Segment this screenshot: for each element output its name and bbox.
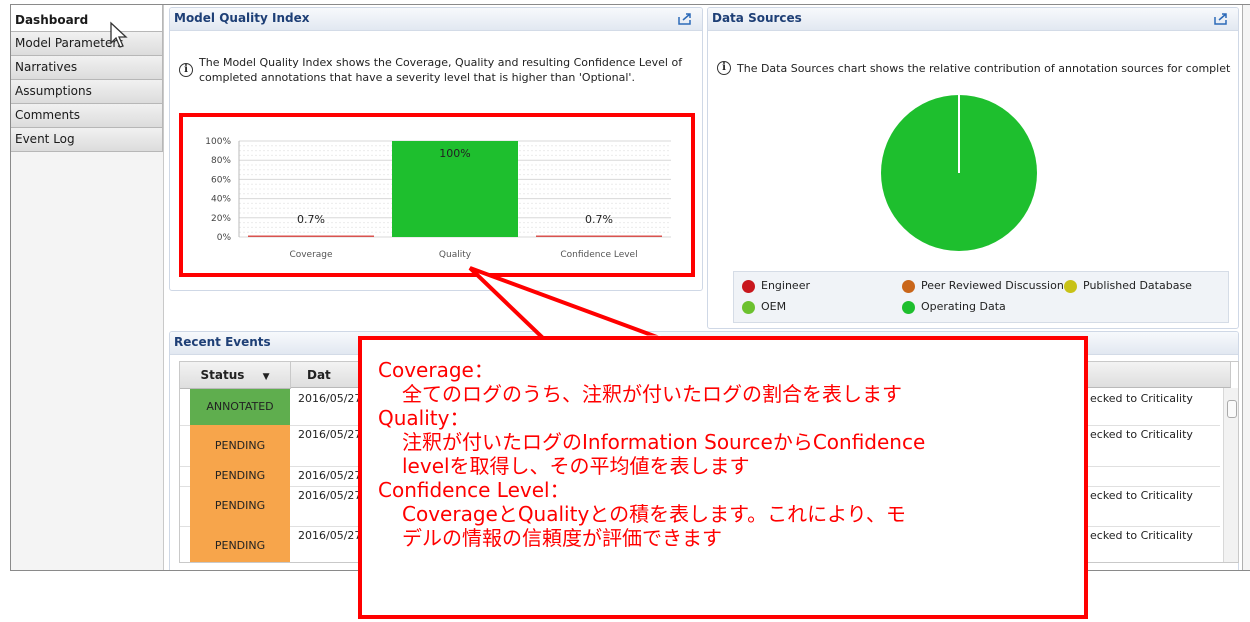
legend-item-oem: OEM (742, 299, 786, 315)
y-tick-label: 40% (211, 195, 231, 205)
callout-line: デルの情報の信頼度が評価できます (402, 526, 722, 550)
sort-arrow-icon[interactable]: ▼ (263, 372, 270, 382)
date-cell: 2016/05/27 (298, 529, 362, 542)
legend-swatch (902, 300, 915, 314)
model-quality-info: i The Model Quality Index shows the Cove… (179, 55, 699, 85)
scrollbar-thumb[interactable] (1227, 400, 1237, 418)
status-badge: PENDING (190, 425, 290, 466)
callout-line: 注釈が付いたログのInformation SourceからConfidence (402, 430, 926, 454)
status-badge: PENDING (190, 486, 290, 526)
window-edge-scrollbar[interactable] (1242, 5, 1250, 570)
callout-line: CoverageとQualityとの積を表します。これにより、モ (402, 502, 906, 526)
date-cell: 2016/05/27 (298, 469, 362, 482)
annotation-callout: Coverage： 全てのログのうち、注釈が付いたログの割合を表します Qual… (358, 336, 1088, 619)
y-tick-label: 0% (217, 233, 232, 243)
legend-swatch (902, 279, 915, 293)
mouse-cursor-icon (110, 21, 128, 48)
expand-icon[interactable] (678, 13, 692, 25)
legend-swatch (742, 279, 755, 293)
category-label: Confidence Level (560, 250, 637, 260)
column-header-status[interactable]: Status ▼ (180, 362, 291, 389)
sidebar-item-assumptions[interactable]: Assumptions (11, 80, 163, 104)
legend-swatch (742, 300, 755, 314)
description-cell: ecked to Criticality (1090, 428, 1193, 441)
description-cell: ecked to Criticality (1090, 489, 1193, 502)
model-quality-chart: 100% 80% 60% 40% 20% 0% 0.7% Coverage 100% Qualit… (205, 137, 671, 260)
sidebar: Dashboard Model Parameters Narratives As… (11, 5, 164, 570)
sidebar-item-label: Assumptions (15, 84, 92, 98)
date-cell: 2016/05/27 (298, 489, 362, 502)
info-icon: i (717, 61, 731, 75)
legend-item-operating-data: Operating Data (902, 299, 1006, 315)
data-sources-legend: Engineer Peer Reviewed Discussion Publis… (733, 271, 1229, 323)
scrollbar[interactable] (1223, 388, 1238, 562)
status-badge: PENDING (190, 526, 290, 562)
description-cell: ecked to Criticality (1090, 529, 1193, 542)
legend-item-peer-reviewed: Peer Reviewed Discussion (902, 278, 1064, 294)
callout-line: levelを取得し、その平均値を表します (402, 454, 750, 478)
sidebar-item-label: Model Parameters (15, 36, 124, 50)
callout-line: Confidence Level： (378, 478, 570, 502)
y-tick-label: 80% (211, 156, 231, 166)
callout-line: 全てのログのうち、注釈が付いたログの割合を表します (402, 382, 902, 406)
sidebar-item-narratives[interactable]: Narratives (11, 56, 163, 80)
model-quality-info-line-2: completed annotations that have a severi… (199, 71, 635, 84)
description-cell: ecked to Criticality (1090, 392, 1193, 405)
sidebar-item-label: Comments (15, 108, 81, 122)
y-tick-label: 100% (205, 137, 231, 147)
data-sources-info: i The Data Sources chart shows the relati… (717, 61, 1231, 76)
data-label: 100% (439, 147, 470, 160)
bar (248, 235, 374, 237)
status-badge: PENDING (190, 466, 290, 486)
legend-swatch (1064, 279, 1077, 293)
sidebar-item-dashboard[interactable]: Dashboard (11, 5, 163, 32)
model-quality-title: Model Quality Index (170, 8, 702, 31)
category-label: Quality (439, 250, 472, 260)
sidebar-item-comments[interactable]: Comments (11, 104, 163, 128)
expand-icon[interactable] (1214, 13, 1228, 25)
sidebar-item-label: Narratives (15, 60, 78, 74)
callout-line: Quality： (378, 406, 470, 430)
data-label: 0.7% (297, 213, 325, 226)
sidebar-item-label: Event Log (15, 132, 75, 146)
info-icon: i (179, 63, 193, 77)
y-tick-label: 20% (211, 214, 231, 224)
status-badge: ANNOTATED (190, 389, 290, 425)
data-sources-info-text: The Data Sources chart shows the relativ… (737, 62, 1231, 75)
callout-line: Coverage： (378, 358, 494, 382)
legend-item-published-database: Published Database (1064, 278, 1192, 294)
date-cell: 2016/05/27 (298, 428, 362, 441)
sidebar-item-label: Dashboard (15, 13, 89, 27)
data-label: 0.7% (585, 213, 613, 226)
bar (536, 235, 662, 237)
model-quality-info-line-1: The Model Quality Index shows the Covera… (199, 56, 683, 69)
data-sources-pie-chart (881, 95, 1037, 251)
category-label: Coverage (289, 250, 333, 260)
data-sources-title: Data Sources (708, 8, 1238, 31)
date-cell: 2016/05/27 (298, 392, 362, 405)
legend-item-engineer: Engineer (742, 278, 810, 294)
y-tick-label: 60% (211, 175, 231, 185)
sidebar-item-event-log[interactable]: Event Log (11, 128, 163, 152)
sidebar-item-model-parameters[interactable]: Model Parameters (11, 32, 163, 56)
